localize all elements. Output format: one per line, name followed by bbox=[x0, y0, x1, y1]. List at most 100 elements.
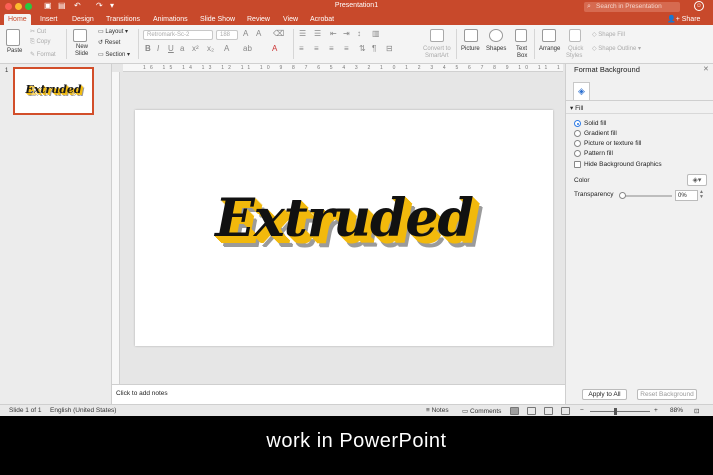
hide-background-graphics-option[interactable]: Hide Background Graphics bbox=[574, 160, 662, 169]
font-name-select[interactable]: Retromark-Sc-2 bbox=[143, 30, 213, 40]
radio[interactable] bbox=[574, 140, 581, 147]
tab-design[interactable]: Design bbox=[68, 14, 98, 25]
highlight-icon[interactable]: ab bbox=[243, 44, 252, 53]
clear-format-icon[interactable]: ⌫ bbox=[273, 29, 284, 38]
picture-icon[interactable] bbox=[464, 29, 478, 42]
paragraph-icon[interactable]: ¶ bbox=[372, 44, 376, 53]
fill-section-header[interactable]: ▾ Fill bbox=[570, 104, 583, 112]
align-right-icon[interactable]: ≡ bbox=[329, 44, 334, 53]
divider bbox=[456, 29, 457, 59]
bullets-icon[interactable]: ☰ bbox=[299, 29, 306, 38]
radio[interactable] bbox=[574, 130, 581, 137]
close-icon[interactable]: ✕ bbox=[703, 65, 709, 73]
picture-texture-fill-option[interactable]: Picture or texture fill bbox=[574, 139, 641, 148]
transparency-input[interactable]: 0% bbox=[675, 190, 698, 201]
decrease-indent-icon[interactable]: ⇤ bbox=[330, 29, 337, 38]
tab-home[interactable]: Home bbox=[4, 14, 31, 25]
text-box-icon[interactable] bbox=[515, 29, 527, 42]
arrange-icon[interactable] bbox=[542, 29, 556, 42]
transparency-slider[interactable] bbox=[621, 195, 672, 197]
tab-insert[interactable]: Insert bbox=[36, 14, 62, 25]
radio[interactable] bbox=[574, 150, 581, 157]
transparency-stepper[interactable]: ▲ ▼ bbox=[699, 190, 706, 201]
cut-button[interactable]: ✂ Cut bbox=[30, 28, 46, 35]
font-color-icon[interactable]: A bbox=[272, 44, 277, 53]
text-effects-icon[interactable]: A bbox=[224, 44, 229, 53]
tab-review[interactable]: Review bbox=[243, 14, 274, 25]
tab-transitions[interactable]: Transitions bbox=[102, 14, 144, 25]
account-icon[interactable]: ☺ bbox=[694, 1, 704, 11]
color-picker-button[interactable]: ◈▾ bbox=[687, 174, 707, 186]
new-slide-icon[interactable] bbox=[73, 29, 87, 42]
slideshow-icon[interactable] bbox=[561, 407, 570, 415]
notes-toggle[interactable]: ≡ Notes bbox=[426, 407, 449, 414]
gradient-fill-option[interactable]: Gradient fill bbox=[574, 129, 617, 138]
line-spacing-icon[interactable]: ↕ bbox=[357, 29, 361, 38]
justify-icon[interactable]: ≡ bbox=[344, 44, 349, 53]
notes-pane[interactable]: Click to add notes bbox=[112, 384, 565, 404]
slide[interactable]: Extruded bbox=[135, 110, 553, 346]
increase-indent-icon[interactable]: ⇥ bbox=[343, 29, 350, 38]
align-text-icon[interactable]: ⊟ bbox=[386, 44, 393, 53]
text-direction-icon[interactable]: ⇅ bbox=[359, 44, 366, 53]
tab-animations[interactable]: Animations bbox=[149, 14, 192, 25]
shapes-icon[interactable] bbox=[489, 29, 503, 42]
fit-to-window-icon[interactable]: ⊡ bbox=[694, 407, 699, 415]
section-label: Section bbox=[105, 52, 126, 58]
layout-button[interactable]: ▭ Layout ▾ bbox=[98, 28, 128, 35]
tab-view[interactable]: View bbox=[279, 14, 302, 25]
numbering-icon[interactable]: ☰ bbox=[314, 29, 321, 38]
title-bar: ▣ ▤ ↶ ↷ ▾ Presentation1 ⌕ Search in Pres… bbox=[0, 0, 713, 13]
bold-icon[interactable]: B bbox=[145, 44, 151, 53]
language-indicator[interactable]: English (United States) bbox=[50, 407, 116, 414]
format-painter-button[interactable]: ✎ Format bbox=[30, 51, 56, 58]
search-input[interactable]: ⌕ Search in Presentation bbox=[584, 2, 680, 12]
apply-to-all-button[interactable]: Apply to All bbox=[582, 389, 627, 400]
zoom-slider-handle[interactable] bbox=[614, 408, 617, 415]
text-box-label-2: Box bbox=[517, 53, 528, 59]
shape-fill-button[interactable]: ◇ Shape Fill bbox=[592, 31, 625, 38]
font-size-select[interactable]: 188 bbox=[216, 30, 238, 40]
reading-view-icon[interactable] bbox=[544, 407, 553, 415]
slide-title-text[interactable]: Extruded bbox=[135, 188, 553, 249]
share-button[interactable]: 👤+ Share bbox=[667, 14, 700, 25]
transparency-slider-handle[interactable] bbox=[619, 192, 626, 199]
italic-icon[interactable]: I bbox=[157, 44, 159, 53]
zoom-slider[interactable] bbox=[590, 411, 650, 412]
comments-toggle[interactable]: ▭ Comments bbox=[462, 407, 501, 415]
strikethrough-icon[interactable]: a bbox=[180, 44, 184, 53]
tab-slide-show[interactable]: Slide Show bbox=[196, 14, 239, 25]
reset-background-button[interactable]: Reset Background bbox=[637, 389, 697, 400]
font-shrink-icon[interactable]: A bbox=[256, 29, 261, 38]
subscript-icon[interactable]: x₂ bbox=[207, 44, 214, 53]
align-center-icon[interactable]: ≡ bbox=[314, 44, 319, 53]
fill-bucket-icon[interactable]: ◈ bbox=[573, 82, 590, 100]
reset-button[interactable]: ↺ Reset bbox=[98, 39, 120, 46]
notes-placeholder: Click to add notes bbox=[116, 390, 168, 397]
superscript-icon[interactable]: x² bbox=[192, 44, 199, 53]
zoom-in-icon[interactable]: + bbox=[654, 407, 658, 414]
zoom-out-icon[interactable]: − bbox=[580, 407, 584, 414]
zoom-level[interactable]: 88% bbox=[670, 407, 683, 414]
tab-acrobat[interactable]: Acrobat bbox=[306, 14, 338, 25]
solid-fill-option[interactable]: Solid fill bbox=[574, 119, 606, 128]
checkbox[interactable] bbox=[574, 161, 581, 168]
copy-button[interactable]: ⎘ Copy bbox=[30, 39, 50, 46]
normal-view-icon[interactable] bbox=[510, 407, 519, 415]
divider bbox=[138, 29, 139, 59]
thumbnail-text: Extruded bbox=[25, 83, 82, 96]
radio[interactable] bbox=[574, 120, 581, 127]
underline-icon[interactable]: U bbox=[168, 44, 174, 53]
shape-outline-button[interactable]: ◇ Shape Outline ▾ bbox=[592, 45, 641, 52]
align-left-icon[interactable]: ≡ bbox=[299, 44, 304, 53]
fill-section-label: Fill bbox=[575, 105, 584, 112]
quick-styles-icon[interactable] bbox=[569, 29, 581, 42]
paste-icon[interactable] bbox=[6, 29, 20, 46]
section-button[interactable]: ▭ Section ▾ bbox=[98, 51, 130, 58]
smartart-icon[interactable] bbox=[430, 29, 444, 42]
columns-icon[interactable]: ▥ bbox=[372, 29, 380, 38]
slide-sorter-icon[interactable] bbox=[527, 407, 536, 415]
slide-thumbnail[interactable]: Extruded bbox=[13, 67, 94, 115]
font-grow-icon[interactable]: A bbox=[243, 29, 248, 38]
pattern-fill-option[interactable]: Pattern fill bbox=[574, 149, 613, 158]
